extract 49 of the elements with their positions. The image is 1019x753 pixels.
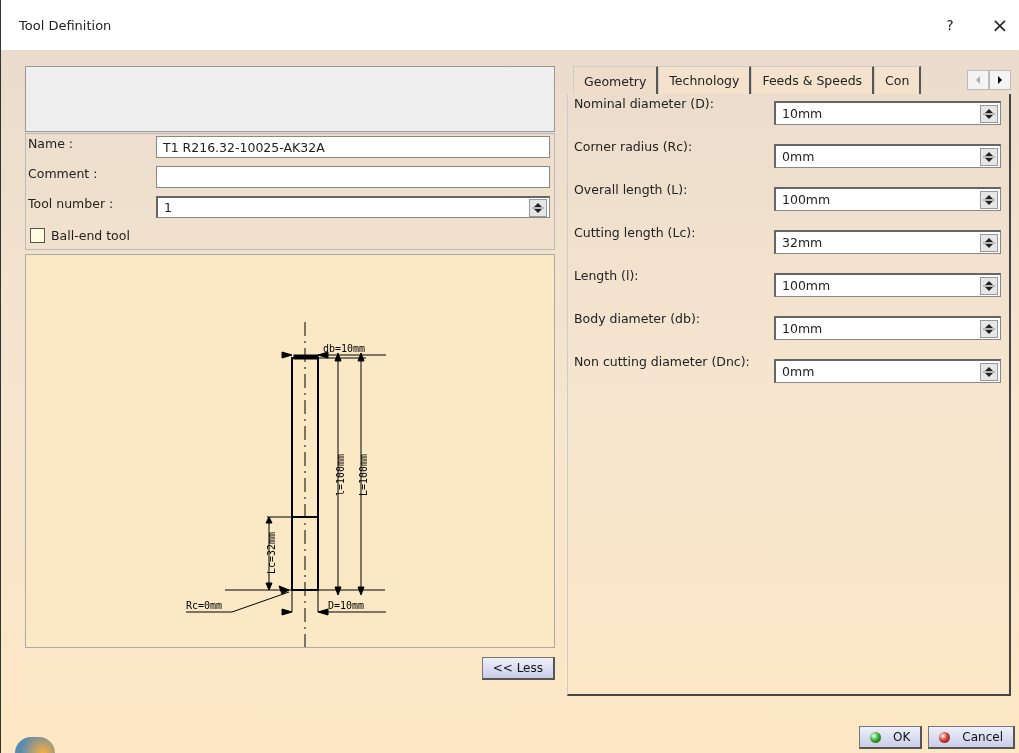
help-button[interactable]: ? <box>935 10 965 40</box>
dimension-label: L=100mm <box>358 453 369 497</box>
checkbox-label: Ball-end tool <box>51 228 130 243</box>
tab[interactable]: Geometry <box>573 66 659 94</box>
right-triangle-icon <box>995 74 1005 86</box>
number-field[interactable]: 0mm <box>774 144 1001 168</box>
number-field[interactable]: 100mm <box>774 273 1001 297</box>
tab[interactable]: Technology <box>658 66 752 94</box>
parameter-label: Nominal diameter (D): <box>574 96 715 113</box>
window-title: Tool Definition <box>19 17 113 33</box>
field-label: Name : <box>28 136 75 153</box>
parameter-label: Body diameter (db): <box>574 311 701 328</box>
close-button[interactable]: × <box>985 10 1015 40</box>
spin-buttons[interactable] <box>980 319 998 338</box>
dimension-label: l=100mm <box>335 453 346 497</box>
dimension-label: Rc=0mm <box>186 600 223 611</box>
spin-buttons[interactable] <box>529 198 547 217</box>
dimension-label: Lc=32mm <box>266 531 277 575</box>
number-field[interactable]: 10mm <box>774 101 1001 125</box>
parameter-label: Length (l): <box>574 268 640 285</box>
globe-icon <box>15 737 55 753</box>
less-button[interactable]: << Less <box>481 657 555 680</box>
spin-buttons[interactable] <box>980 276 998 295</box>
parameter-label: Overall length (L): <box>574 182 689 199</box>
input-field[interactable] <box>156 166 550 188</box>
cancel-button[interactable]: Cancel <box>928 726 1015 749</box>
spin-buttons[interactable] <box>980 147 998 166</box>
field-label: Tool number : <box>28 196 115 213</box>
parameter-label: Corner radius (Rc): <box>574 139 694 156</box>
checkbox[interactable] <box>30 228 45 243</box>
number-field[interactable]: 10mm <box>774 316 1001 340</box>
number-field[interactable]: 100mm <box>774 187 1001 211</box>
number-field[interactable]: 1 <box>156 196 550 218</box>
spin-buttons[interactable] <box>980 104 998 123</box>
parameter-label: Cutting length (Lc): <box>574 225 697 242</box>
number-field[interactable]: 32mm <box>774 230 1001 254</box>
number-field[interactable]: 0mm <box>774 359 1001 383</box>
tab-scroll-button[interactable] <box>989 70 1011 90</box>
spin-buttons[interactable] <box>980 362 998 381</box>
ok-button[interactable]: OK <box>859 726 923 749</box>
spin-buttons[interactable] <box>980 233 998 252</box>
input-field[interactable]: T1 R216.32-10025-AK32A <box>156 136 550 158</box>
parameter-label: Non cutting diameter (Dnc): <box>574 354 751 371</box>
tab[interactable]: Con <box>874 66 922 94</box>
spin-buttons[interactable] <box>980 190 998 209</box>
tab[interactable]: Feeds & Speeds <box>751 66 875 94</box>
dimension-label: db=10mm <box>323 343 366 354</box>
field-label: Comment : <box>28 166 99 183</box>
dimension-label: D=10mm <box>328 600 365 611</box>
